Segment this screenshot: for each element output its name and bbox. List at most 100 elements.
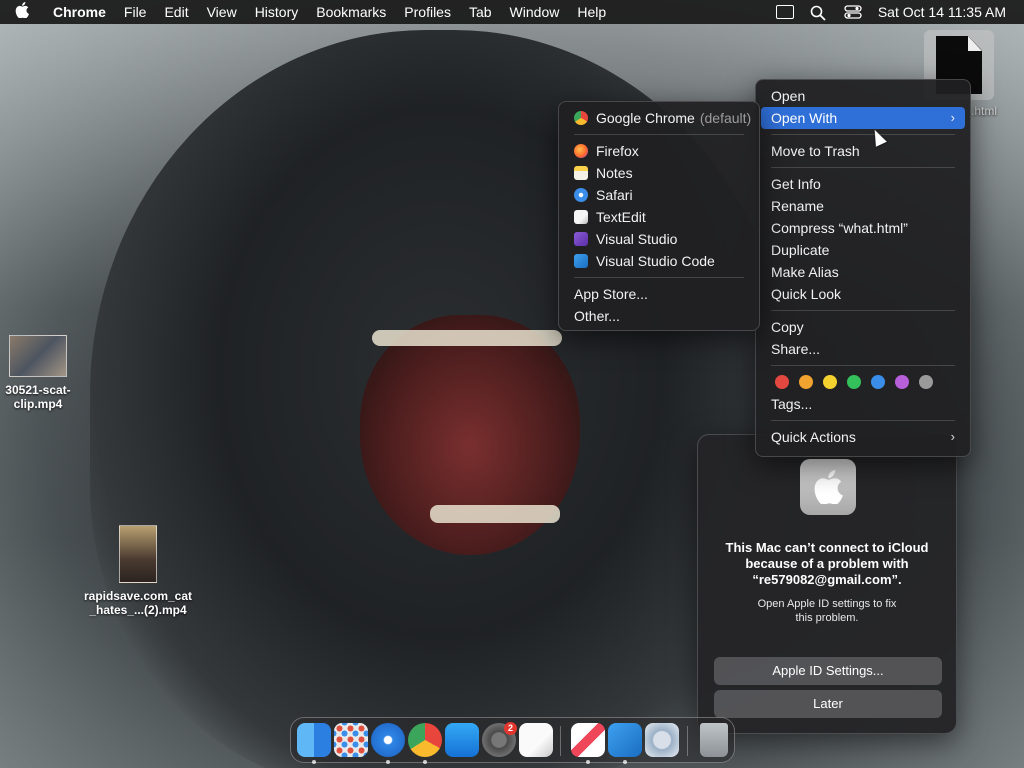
menu-item-open[interactable]: Open — [761, 85, 965, 107]
app-name: Notes — [596, 165, 633, 181]
running-indicator — [312, 760, 316, 764]
menu-item-open-with[interactable]: Open With › — [761, 107, 965, 129]
video-thumbnail — [119, 525, 157, 583]
open-with-visual-studio[interactable]: Visual Studio — [564, 228, 754, 250]
menu-item-compress[interactable]: Compress “what.html” — [761, 217, 965, 239]
app-name: TextEdit — [596, 209, 646, 225]
alert-message: Open Apple ID settings to fix this probl… — [738, 597, 916, 625]
menu-item-tags[interactable]: Tags... — [761, 393, 965, 415]
textedit-icon[interactable] — [519, 723, 553, 757]
menu-file[interactable]: File — [115, 4, 156, 20]
menubar-clock[interactable]: Sat Oct 14 11:35 AM — [878, 4, 1006, 20]
menu-item-duplicate[interactable]: Duplicate — [761, 239, 965, 261]
app-name: Firefox — [596, 143, 639, 159]
tag-color-row — [761, 371, 965, 393]
launchpad-icon[interactable] — [334, 723, 368, 757]
chrome-icon — [574, 111, 588, 125]
vscode-icon[interactable] — [608, 723, 642, 757]
video-label-line2: clip.mp4 — [13, 397, 63, 411]
video-thumbnail — [9, 335, 67, 377]
firefox-icon — [574, 144, 588, 158]
news-icon[interactable] — [571, 723, 605, 757]
menu-view[interactable]: View — [198, 4, 246, 20]
tag-purple[interactable] — [895, 375, 909, 389]
menu-separator — [574, 277, 744, 278]
app-name: Visual Studio Code — [596, 253, 715, 269]
dock-divider — [560, 726, 561, 756]
tag-green[interactable] — [847, 375, 861, 389]
menu-separator — [771, 167, 955, 168]
app-store-icon[interactable] — [445, 723, 479, 757]
menu-item-quick-look[interactable]: Quick Look — [761, 283, 965, 305]
open-with-other[interactable]: Other... — [564, 305, 754, 327]
wallpaper-teeth-bottom — [430, 505, 560, 523]
tag-blue[interactable] — [871, 375, 885, 389]
file-context-menu: Open Open With › Move to Trash Get Info … — [755, 79, 971, 457]
chevron-right-icon: › — [950, 110, 955, 125]
running-indicator — [623, 760, 627, 764]
apple-id-settings-button[interactable]: Apple ID Settings... — [714, 657, 942, 685]
open-with-google-chrome[interactable]: Google Chrome (default) — [564, 107, 754, 129]
control-center-icon[interactable] — [844, 5, 862, 19]
open-with-app-store[interactable]: App Store... — [564, 283, 754, 305]
open-with-notes[interactable]: Notes — [564, 162, 754, 184]
tag-red[interactable] — [775, 375, 789, 389]
tag-yellow[interactable] — [823, 375, 837, 389]
later-button[interactable]: Later — [714, 690, 942, 718]
menu-item-quick-actions[interactable]: Quick Actions › — [761, 426, 965, 448]
menu-tab[interactable]: Tab — [460, 4, 501, 20]
open-with-safari[interactable]: Safari — [564, 184, 754, 206]
menu-item-rename[interactable]: Rename — [761, 195, 965, 217]
desktop-video-cat-hates[interactable]: rapidsave.com_cat _hates_...(2).mp4 — [76, 525, 200, 617]
menu-item-get-info[interactable]: Get Info — [761, 173, 965, 195]
alert-message-line2: this problem. — [795, 612, 859, 624]
chrome-icon[interactable] — [408, 723, 442, 757]
vscode-icon — [574, 254, 588, 268]
desktop-file-label: .html — [971, 104, 998, 118]
alert-title-line3: “re579082@gmail.com”. — [752, 572, 902, 587]
screen-mirroring-icon[interactable] — [775, 5, 794, 19]
finder-icon[interactable] — [297, 723, 331, 757]
menu-window[interactable]: Window — [501, 4, 569, 20]
app-name: Visual Studio — [596, 231, 678, 247]
visual-studio-icon — [574, 232, 588, 246]
safari-icon — [574, 188, 588, 202]
spotlight-search-icon[interactable] — [810, 5, 828, 21]
menu-separator — [771, 310, 955, 311]
menu-bookmarks[interactable]: Bookmarks — [307, 4, 395, 20]
menu-edit[interactable]: Edit — [155, 4, 197, 20]
alert-title-line2: because of a problem with — [745, 556, 909, 571]
open-with-textedit[interactable]: TextEdit — [564, 206, 754, 228]
menu-chrome[interactable]: Chrome — [44, 4, 115, 20]
menu-item-share[interactable]: Share... — [761, 338, 965, 360]
textedit-icon — [574, 210, 588, 224]
icloud-alert-dialog: This Mac can’t connect to iCloud because… — [697, 434, 957, 734]
menu-item-move-to-trash[interactable]: Move to Trash — [761, 140, 965, 162]
default-app-name: Google Chrome — [596, 110, 695, 126]
menu-help[interactable]: Help — [568, 4, 615, 20]
desktop-video-scat-clip[interactable]: 30521-scat- clip.mp4 — [0, 335, 76, 411]
menu-separator — [771, 420, 955, 421]
trash-icon[interactable] — [700, 723, 728, 757]
menu-item-copy[interactable]: Copy — [761, 316, 965, 338]
safari-icon[interactable] — [371, 723, 405, 757]
open-with-firefox[interactable]: Firefox — [564, 140, 754, 162]
menu-profiles[interactable]: Profiles — [395, 4, 460, 20]
notes-icon — [574, 166, 588, 180]
video-label-line2: _hates_...(2).mp4 — [89, 603, 187, 617]
menu-bar: Chrome File Edit View History Bookmarks … — [0, 0, 1024, 24]
running-indicator — [586, 760, 590, 764]
dock-divider — [687, 726, 688, 756]
open-with-vscode[interactable]: Visual Studio Code — [564, 250, 754, 272]
tag-gray[interactable] — [919, 375, 933, 389]
menu-item-make-alias[interactable]: Make Alias — [761, 261, 965, 283]
menu-separator — [771, 134, 955, 135]
apple-menu-icon[interactable] — [0, 1, 44, 23]
quick-actions-label: Quick Actions — [771, 429, 856, 445]
running-indicator — [423, 760, 427, 764]
alert-message-line1: Open Apple ID settings to fix — [757, 598, 897, 610]
menu-history[interactable]: History — [246, 4, 308, 20]
settings-gear-icon[interactable] — [645, 723, 679, 757]
open-with-submenu: Google Chrome (default) Firefox Notes Sa… — [558, 101, 760, 331]
tag-orange[interactable] — [799, 375, 813, 389]
